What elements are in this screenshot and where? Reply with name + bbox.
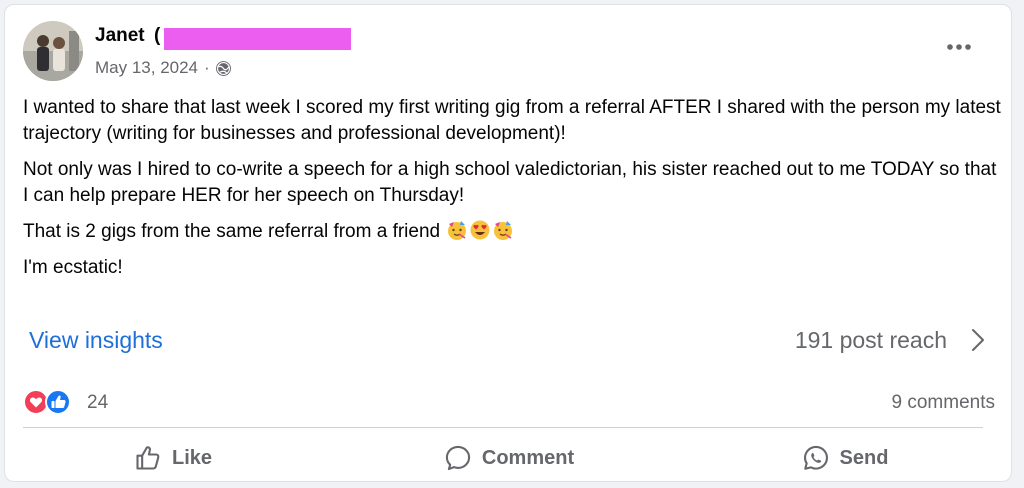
- more-options-button[interactable]: [941, 37, 977, 57]
- post-card: Janet ( May 13, 2024 · I wanted to share…: [4, 4, 1012, 482]
- thumbs-up-icon: [136, 446, 160, 470]
- post-paragraph: I'm ecstatic!: [23, 257, 123, 278]
- send-label: Send: [839, 446, 889, 469]
- post-paragraph-text: That is 2 gigs from the same referral fr…: [23, 221, 441, 242]
- author-name-partial: (: [154, 25, 161, 46]
- action-bar: Like Comment Send: [5, 435, 1013, 481]
- redaction-bar: [164, 28, 351, 50]
- like-button[interactable]: Like: [5, 435, 341, 481]
- post-header: Janet ( May 13, 2024 ·: [23, 21, 983, 85]
- reactions-row: 24 9 comments: [23, 387, 995, 417]
- reaction-count[interactable]: 24: [87, 392, 108, 414]
- author-avatar[interactable]: [23, 21, 83, 81]
- post-meta: May 13, 2024 ·: [95, 57, 232, 79]
- comment-label: Comment: [481, 446, 575, 469]
- chevron-right-icon[interactable]: [967, 325, 989, 355]
- post-reach-label[interactable]: 191 post reach: [795, 327, 947, 354]
- insights-row: View insights 191 post reach: [29, 323, 989, 357]
- view-insights-link[interactable]: View insights: [29, 327, 163, 354]
- globe-icon[interactable]: [215, 60, 232, 77]
- meta-separator: ·: [204, 58, 210, 77]
- send-button[interactable]: Send: [677, 435, 1013, 481]
- partying-face-emoji: [446, 219, 468, 241]
- post-paragraph: I wanted to share that last week I score…: [23, 97, 1001, 144]
- post-paragraph: Not only was I hired to co-write a speec…: [23, 159, 997, 206]
- comment-icon: [445, 445, 471, 471]
- love-reaction-icon: [23, 389, 49, 415]
- author-name[interactable]: Janet: [95, 25, 145, 47]
- post-date[interactable]: May 13, 2024: [95, 58, 198, 78]
- comments-count[interactable]: 9 comments: [892, 392, 995, 414]
- like-reaction-icon: [45, 389, 71, 415]
- post-body: I wanted to share that last week I score…: [23, 95, 1003, 291]
- more-horizontal-icon: [947, 44, 971, 50]
- reaction-icons[interactable]: [23, 389, 81, 415]
- whatsapp-icon: [803, 445, 828, 470]
- divider: [23, 427, 983, 428]
- like-label: Like: [171, 446, 213, 469]
- comment-button[interactable]: Comment: [341, 435, 677, 481]
- heart-eyes-emoji: [469, 219, 491, 241]
- partying-face-emoji: [492, 219, 514, 241]
- post-paragraph-with-emojis: That is 2 gigs from the same referral fr…: [23, 219, 1003, 245]
